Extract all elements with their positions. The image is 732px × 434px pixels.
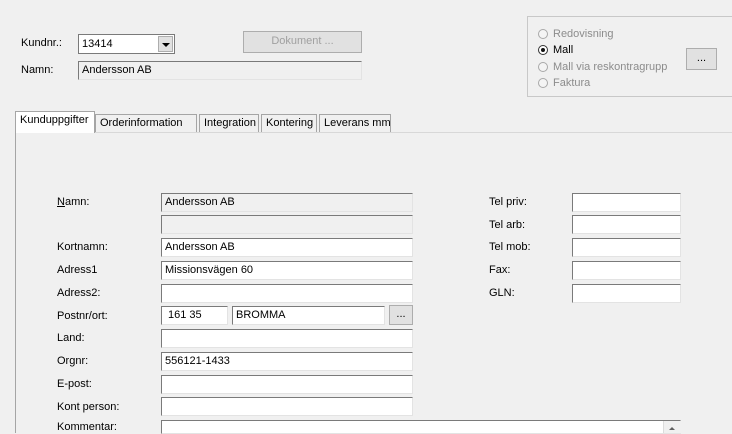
land-field[interactable] xyxy=(161,329,413,348)
namn-header-label: Namn: xyxy=(21,64,54,76)
land-label: Land: xyxy=(57,332,85,344)
gln-field[interactable] xyxy=(572,284,681,303)
option-label: Redovisning xyxy=(553,28,614,40)
option-faktura[interactable]: Faktura xyxy=(538,75,590,91)
gln-label: GLN: xyxy=(489,287,515,299)
tab-leverans-mm[interactable]: Leverans mm xyxy=(319,114,391,132)
dokument-button[interactable]: Dokument ... xyxy=(243,31,362,53)
epost-label: E-post: xyxy=(57,378,92,390)
ort-field[interactable]: BROMMA xyxy=(232,306,385,325)
adress2-label: Adress2: xyxy=(57,287,101,299)
kommentar-scrollbar[interactable] xyxy=(663,421,681,433)
postnr-field[interactable]: 161 35 xyxy=(161,306,228,325)
namn-label-hotkey: N xyxy=(57,196,65,208)
option-label: Faktura xyxy=(553,77,591,89)
namn-label-rest: amn: xyxy=(64,196,90,208)
kont-person-label: Kont person: xyxy=(57,401,120,413)
radio-circle-icon xyxy=(538,29,548,39)
namn-field[interactable]: Andersson AB xyxy=(161,193,413,212)
options-group: Redovisning Mall Mall via reskontragrupp… xyxy=(527,16,732,97)
options-browse-button[interactable]: ... xyxy=(686,48,717,70)
tab-orderinformation[interactable]: Orderinformation xyxy=(95,114,197,132)
epost-field[interactable] xyxy=(161,375,413,394)
kundnr-label: Kundnr.: xyxy=(21,37,62,49)
tab-kontering[interactable]: Kontering xyxy=(261,114,317,132)
option-label: Mall xyxy=(553,44,574,56)
adress1-label: Adress1 xyxy=(57,264,98,276)
kortnamn-field[interactable]: Andersson AB xyxy=(161,238,413,257)
radio-selected-icon xyxy=(538,45,548,55)
scroll-up-icon[interactable] xyxy=(669,427,675,430)
orgnr-field[interactable]: 556121-1433 xyxy=(161,352,413,371)
adress1-field[interactable]: Missionsvägen 60 xyxy=(161,261,413,280)
tab-integration[interactable]: Integration xyxy=(199,114,259,132)
option-redovisning[interactable]: Redovisning xyxy=(538,26,614,42)
tel-arb-label: Tel arb: xyxy=(489,219,526,231)
fax-label: Fax: xyxy=(489,264,511,276)
radio-circle-icon xyxy=(538,62,548,72)
orgnr-label: Orgnr: xyxy=(57,355,89,367)
fax-field[interactable] xyxy=(572,261,681,280)
adress2-field[interactable] xyxy=(161,284,413,303)
option-mall[interactable]: Mall xyxy=(538,42,573,58)
tel-priv-field[interactable] xyxy=(572,193,681,212)
namn-label: Namn: xyxy=(57,195,89,209)
namn2-field[interactable] xyxy=(161,215,413,234)
postnr-ort-label: Postnr/ort: xyxy=(57,310,108,322)
namn-header-field: Andersson AB xyxy=(78,61,362,80)
kundnr-combobox[interactable]: 13414 xyxy=(78,34,175,54)
kundnr-value: 13414 xyxy=(82,38,113,50)
tel-priv-label: Tel priv: xyxy=(489,196,527,208)
chevron-down-icon[interactable] xyxy=(158,36,173,52)
tab-kunduppgifter[interactable]: Kunduppgifter xyxy=(15,111,95,133)
ort-browse-button[interactable]: ... xyxy=(389,305,413,325)
kommentar-label: Kommentar: xyxy=(57,421,117,433)
tel-mob-label: Tel mob: xyxy=(489,241,531,253)
kortnamn-label: Kortnamn: xyxy=(57,241,108,253)
tel-mob-field[interactable] xyxy=(572,238,681,257)
radio-circle-icon xyxy=(538,78,548,88)
kont-person-field[interactable] xyxy=(161,397,413,416)
tel-arb-field[interactable] xyxy=(572,215,681,234)
option-label: Mall via reskontragrupp xyxy=(553,61,668,73)
kommentar-field[interactable] xyxy=(161,420,681,434)
option-mall-via-reskontragrupp[interactable]: Mall via reskontragrupp xyxy=(538,59,667,75)
